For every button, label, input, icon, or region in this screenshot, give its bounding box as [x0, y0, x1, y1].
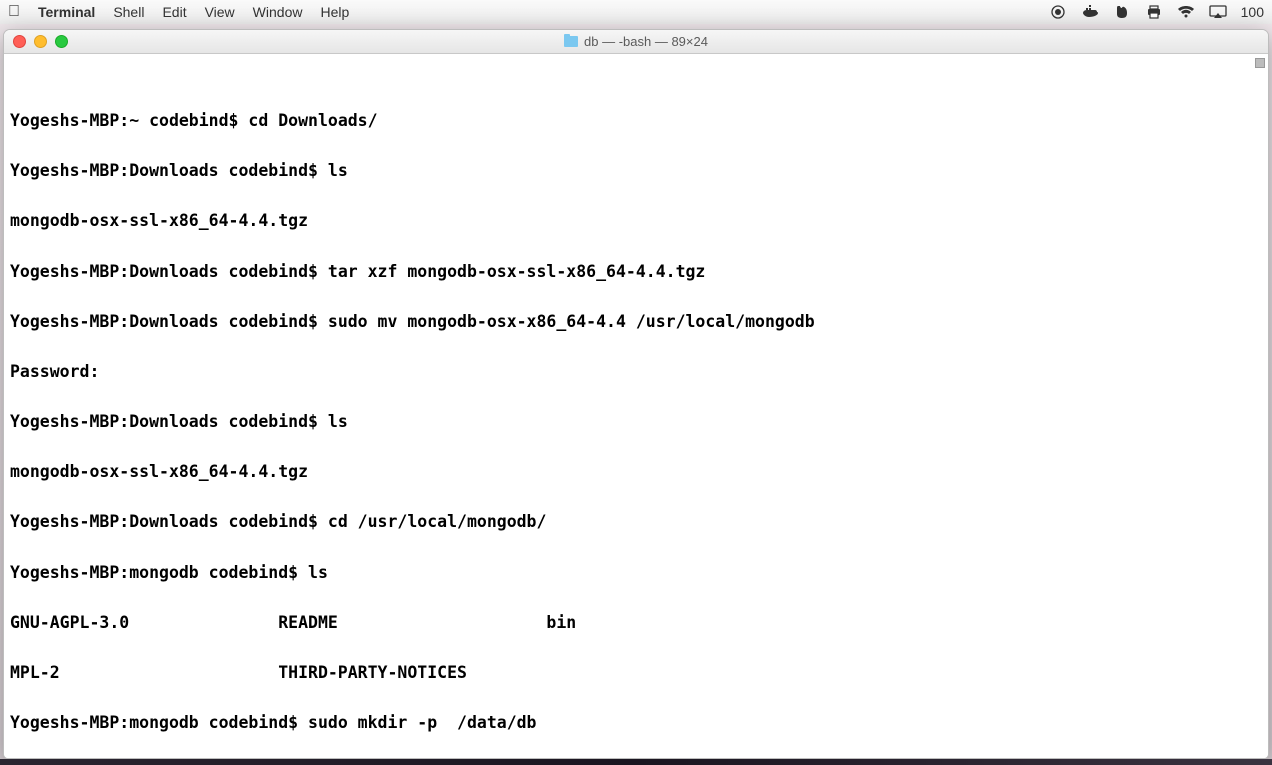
printer-icon[interactable]: [1145, 3, 1163, 21]
minimize-button[interactable]: [34, 35, 47, 48]
maximize-button[interactable]: [55, 35, 68, 48]
terminal-line: Yogeshs-MBP:Downloads codebind$ ls: [10, 409, 1262, 434]
airplay-icon[interactable]: [1209, 3, 1227, 21]
terminal-line: Password:: [10, 359, 1262, 384]
docker-icon[interactable]: [1081, 3, 1099, 21]
evernote-icon[interactable]: [1113, 3, 1131, 21]
terminal-line: Yogeshs-MBP:Downloads codebind$ cd /usr/…: [10, 509, 1262, 534]
menubar-right: 100: [1049, 3, 1264, 21]
terminal-line: mongodb-osx-ssl-x86_64-4.4.tgz: [10, 459, 1262, 484]
ls-item: MPL-2: [10, 660, 278, 685]
ls-output-row: GNU-AGPL-3.0READMEbin: [10, 610, 1262, 635]
record-icon[interactable]: [1049, 3, 1067, 21]
terminal-line: Yogeshs-MBP:mongodb codebind$ sudo mkdir…: [10, 710, 1262, 735]
window-title-text: db — -bash — 89×24: [584, 34, 708, 49]
menu-window[interactable]: Window: [253, 4, 303, 20]
terminal-line: Yogeshs-MBP:Downloads codebind$ sudo mv …: [10, 309, 1262, 334]
menu-help[interactable]: Help: [320, 4, 349, 20]
close-button[interactable]: [13, 35, 26, 48]
terminal-line: Yogeshs-MBP:Downloads codebind$ ls: [10, 158, 1262, 183]
ls-item: GNU-AGPL-3.0: [10, 610, 278, 635]
ls-item: README: [278, 610, 546, 635]
terminal-line: Yogeshs-MBP:Downloads codebind$ tar xzf …: [10, 259, 1262, 284]
battery-percent[interactable]: 100: [1241, 4, 1264, 20]
terminal-window: db — -bash — 89×24 Yogeshs-MBP:~ codebin…: [3, 29, 1269, 759]
menu-view[interactable]: View: [205, 4, 235, 20]
folder-icon: [564, 36, 578, 47]
terminal-line: Yogeshs-MBP:mongodb codebind$ ls: [10, 560, 1262, 585]
ls-item: THIRD-PARTY-NOTICES: [278, 660, 546, 685]
desktop-background: [0, 759, 1272, 765]
menubar-app-name[interactable]: Terminal: [38, 4, 95, 20]
scroll-indicator[interactable]: [1255, 58, 1265, 68]
wifi-icon[interactable]: [1177, 3, 1195, 21]
ls-output-row: MPL-2THIRD-PARTY-NOTICES: [10, 660, 1262, 685]
ls-item: bin: [546, 610, 576, 635]
menu-edit[interactable]: Edit: [162, 4, 186, 20]
menu-shell[interactable]: Shell: [113, 4, 144, 20]
traffic-lights: [4, 35, 68, 48]
terminal-line: mongodb-osx-ssl-x86_64-4.4.tgz: [10, 208, 1262, 233]
menubar-left:  Terminal Shell Edit View Window Help: [8, 3, 349, 21]
window-title: db — -bash — 89×24: [4, 34, 1268, 49]
window-titlebar[interactable]: db — -bash — 89×24: [4, 30, 1268, 54]
terminal-line: Yogeshs-MBP:~ codebind$ cd Downloads/: [10, 108, 1262, 133]
macos-menubar:  Terminal Shell Edit View Window Help 1…: [0, 0, 1272, 24]
terminal-body[interactable]: Yogeshs-MBP:~ codebind$ cd Downloads/ Yo…: [4, 54, 1268, 758]
apple-logo-icon[interactable]: : [8, 3, 20, 21]
